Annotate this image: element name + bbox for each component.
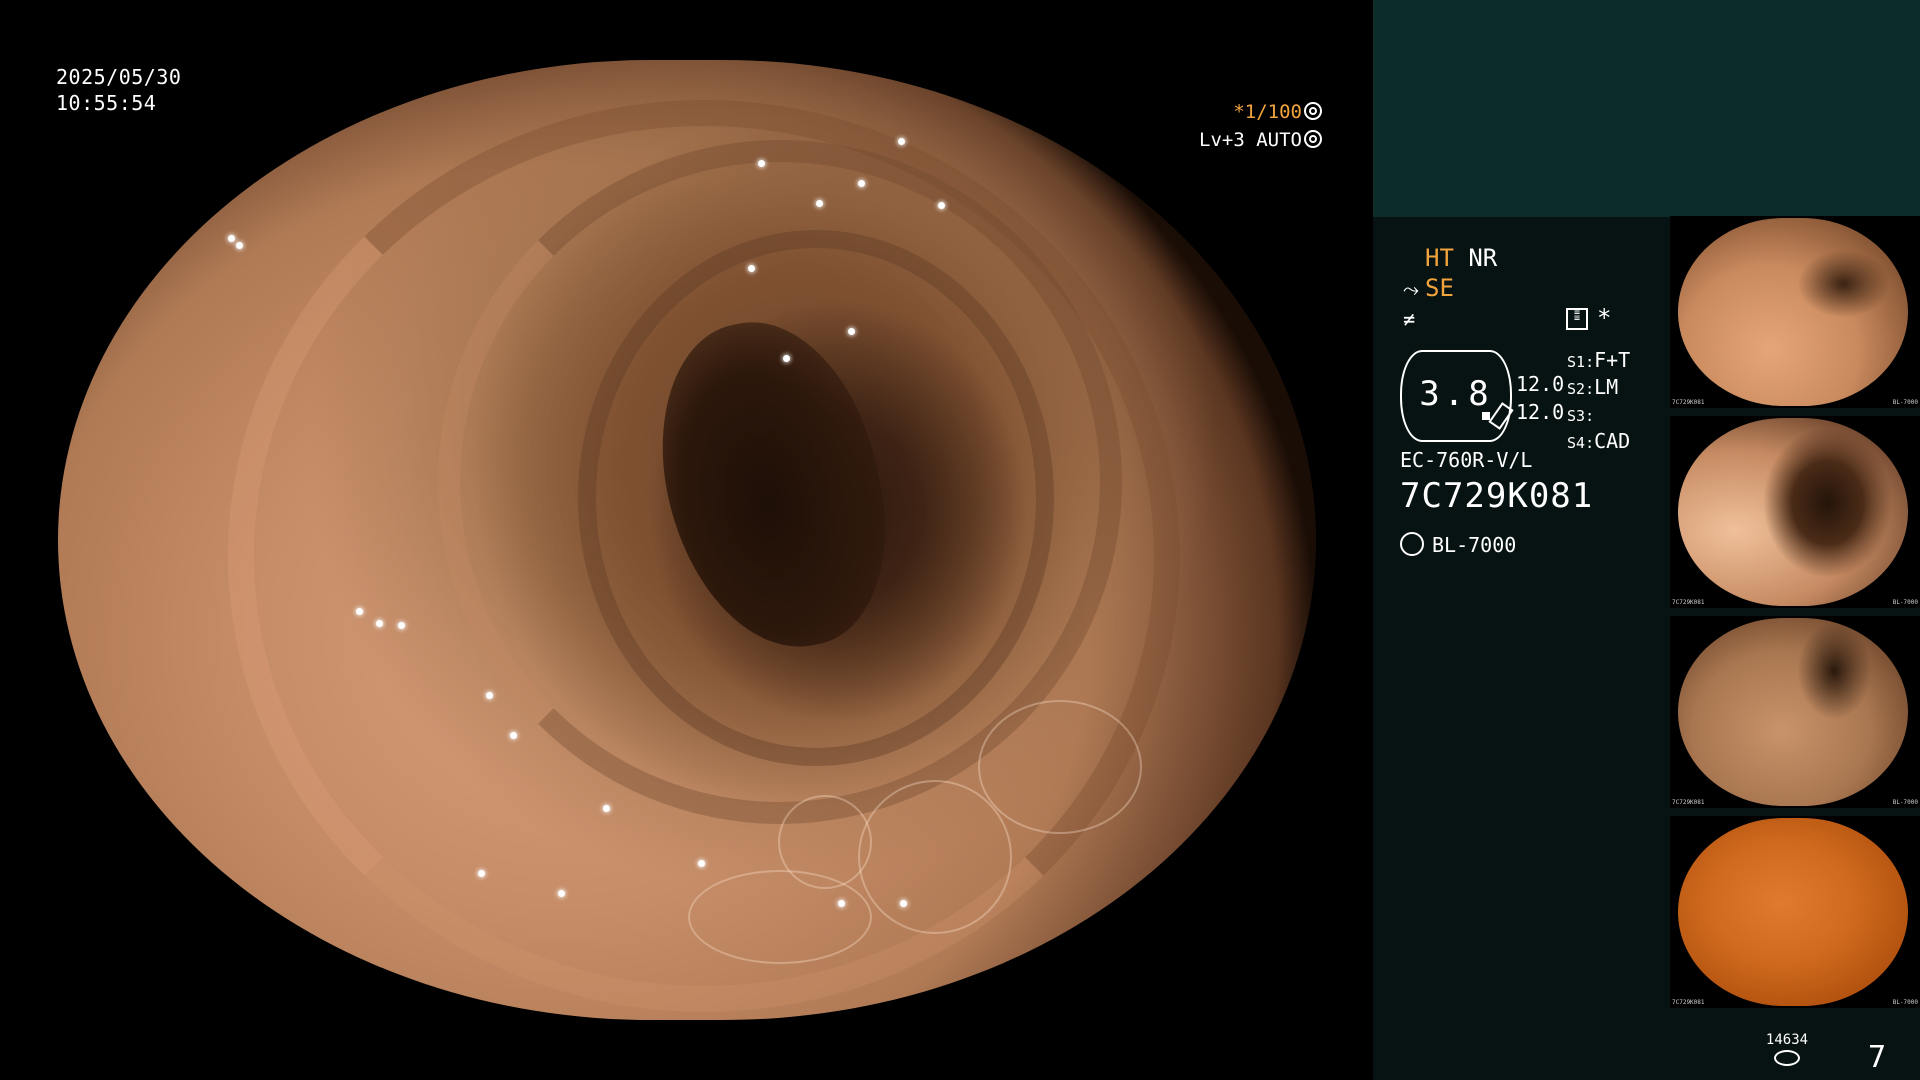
thumbnail-serial: 7C729K081 bbox=[1672, 599, 1705, 606]
scope-switches: S1:F+T S2:LM S3: S4:CAD bbox=[1567, 348, 1630, 456]
thumbnail-serial: 7C729K081 bbox=[1672, 999, 1705, 1006]
light-reflection bbox=[783, 355, 790, 362]
thumbnail-image bbox=[1678, 818, 1908, 1006]
shutter-icon bbox=[1304, 102, 1322, 120]
menu-icon: ≡ ≡ bbox=[1566, 308, 1588, 330]
light-reflection bbox=[938, 202, 945, 209]
thumbnail[interactable]: 7C729K081 BL-7000 bbox=[1670, 816, 1920, 1008]
light-reflection bbox=[356, 608, 363, 615]
zoom-value: 3.8 bbox=[1419, 374, 1493, 414]
mode-ht: HT bbox=[1425, 244, 1454, 272]
shutter-speed: 1/100 bbox=[1244, 101, 1302, 123]
light-reflection bbox=[858, 180, 865, 187]
light-reflection bbox=[486, 692, 493, 699]
thumbnail[interactable]: 7C729K081 BL-7000 bbox=[1670, 216, 1920, 408]
light-reflection bbox=[478, 870, 485, 877]
switch-s3: S3: bbox=[1567, 407, 1595, 425]
storage-count: 14634 bbox=[1765, 1032, 1809, 1048]
date: 2025/05/30 bbox=[56, 65, 182, 89]
capture-count: 7 bbox=[1868, 1040, 1887, 1075]
auto-exposure-icon bbox=[1304, 130, 1322, 148]
light-source-model: BL-7000 bbox=[1432, 533, 1517, 557]
time: 10:55:54 bbox=[56, 91, 157, 115]
light-reflection bbox=[758, 160, 765, 167]
light-reflection bbox=[698, 860, 705, 867]
endoscope-live-view bbox=[58, 60, 1316, 1020]
thumbnail[interactable]: 7C729K081 BL-7000 bbox=[1670, 616, 1920, 808]
exposure-settings: *1/100 Lv+3 AUTO bbox=[1192, 98, 1322, 154]
thumbnail-light: BL-7000 bbox=[1892, 999, 1918, 1006]
thumbnail-light: BL-7000 bbox=[1892, 599, 1918, 606]
info-panel-header bbox=[1373, 0, 1920, 217]
endoscope-screen: 2025/05/30 10:55:54 *1/100 Lv+3 AUTO HT … bbox=[0, 0, 1920, 1080]
light-reflection bbox=[1178, 880, 1185, 887]
thumbnail-serial: 7C729K081 bbox=[1672, 799, 1705, 806]
light-reflection bbox=[558, 890, 565, 897]
bubble bbox=[688, 870, 872, 964]
thumbnail[interactable]: 7C729K081 BL-7000 bbox=[1670, 416, 1920, 608]
switch-s1: S1:F+T bbox=[1567, 348, 1631, 372]
thumbnail-light: BL-7000 bbox=[1892, 799, 1918, 806]
shutter-row: *1/100 bbox=[1192, 98, 1322, 126]
light-reflection bbox=[376, 620, 383, 627]
storage-indicator: 14634 bbox=[1764, 1032, 1810, 1066]
mode-se: SE bbox=[1425, 274, 1454, 302]
light-reflection bbox=[398, 622, 405, 629]
levels: 12.0 12.0 bbox=[1516, 370, 1564, 426]
switch-s4: S4:CAD bbox=[1567, 429, 1631, 453]
mode-row-ht-nr: HT NR bbox=[1403, 243, 1497, 273]
light-reflection bbox=[236, 242, 243, 249]
level-row: Lv+3 AUTO bbox=[1192, 126, 1322, 154]
storage-icon bbox=[1774, 1050, 1800, 1066]
scope-serial: 7C729K081 bbox=[1400, 476, 1594, 516]
shutter-star: * bbox=[1233, 101, 1245, 123]
thumbnail-image bbox=[1678, 218, 1908, 406]
extra-asterisk: * bbox=[1597, 304, 1612, 332]
light-reflection bbox=[816, 200, 823, 207]
light-reflection bbox=[603, 805, 610, 812]
date-time: 2025/05/30 10:55:54 bbox=[56, 64, 181, 116]
mode-row-color: ≠ bbox=[1403, 303, 1425, 334]
light-reflection bbox=[748, 265, 755, 272]
level-2: 12.0 bbox=[1516, 400, 1565, 424]
thumbnail-image bbox=[1678, 618, 1908, 806]
bubble bbox=[858, 780, 1012, 934]
light-reflection bbox=[848, 328, 855, 335]
brightness-level: Lv+3 bbox=[1199, 129, 1245, 151]
mode-nr: NR bbox=[1468, 244, 1498, 272]
thumbnail-image bbox=[1678, 418, 1908, 606]
capture-thumbnails: 7C729K081 BL-7000 7C729K081 BL-7000 7C72… bbox=[1670, 216, 1920, 1016]
structure-enhance-icon: ⤳ bbox=[1403, 277, 1419, 301]
level-1: 12.0 bbox=[1516, 372, 1565, 396]
switch-s2: S2:LM bbox=[1567, 375, 1619, 399]
thumbnail-serial: 7C729K081 bbox=[1672, 399, 1705, 406]
light-source-icon bbox=[1400, 532, 1424, 556]
exposure-mode: AUTO bbox=[1256, 129, 1302, 151]
lumen bbox=[635, 301, 911, 669]
light-reflection bbox=[898, 138, 905, 145]
thumbnail-light: BL-7000 bbox=[1892, 399, 1918, 406]
zoom-indicator: 3.8 bbox=[1400, 350, 1514, 442]
mode-row-se: ⤳ SE bbox=[1403, 273, 1454, 304]
light-reflection bbox=[228, 235, 235, 242]
bubble bbox=[978, 700, 1142, 834]
color-enhance-icon: ≠ bbox=[1403, 307, 1416, 331]
light-source: BL-7000 bbox=[1400, 530, 1516, 560]
light-reflection bbox=[510, 732, 517, 739]
scope-model: EC-760R-V/L bbox=[1400, 448, 1533, 472]
